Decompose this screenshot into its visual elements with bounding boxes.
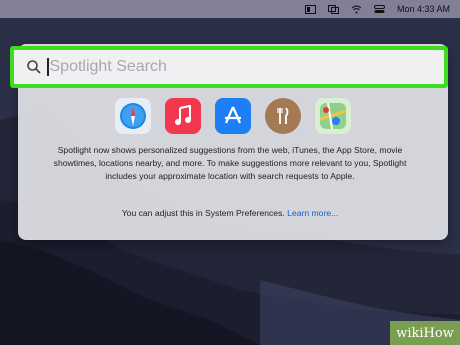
menu-bar: Mon 4:33 AM [0,0,460,18]
menu-bar-clock[interactable]: Mon 4:33 AM [397,4,450,14]
maps-icon[interactable] [315,98,351,134]
learn-more-link[interactable]: Learn more... [287,208,338,218]
control-center-icon[interactable] [373,4,385,14]
wifi-icon[interactable] [351,5,362,14]
screen-mirror-icon[interactable] [304,4,316,14]
spotlight-suggestions-notice: Spotlight now shows personalized suggest… [53,145,407,181]
app-store-icon[interactable] [215,98,251,134]
fork-knife-icon[interactable] [265,98,301,134]
safari-icon[interactable] [115,98,151,134]
spotlight-search-bar[interactable] [10,46,448,88]
spotlight-search-input[interactable] [48,58,410,76]
display-icon[interactable] [327,4,339,14]
wikihow-watermark: wikiHow [390,321,460,345]
search-icon [27,60,41,74]
music-icon[interactable] [165,98,201,134]
preferences-note: You can adjust this in System Preference… [40,208,420,218]
suggested-apps [115,98,355,134]
preferences-text: You can adjust this in System Preference… [121,208,288,218]
